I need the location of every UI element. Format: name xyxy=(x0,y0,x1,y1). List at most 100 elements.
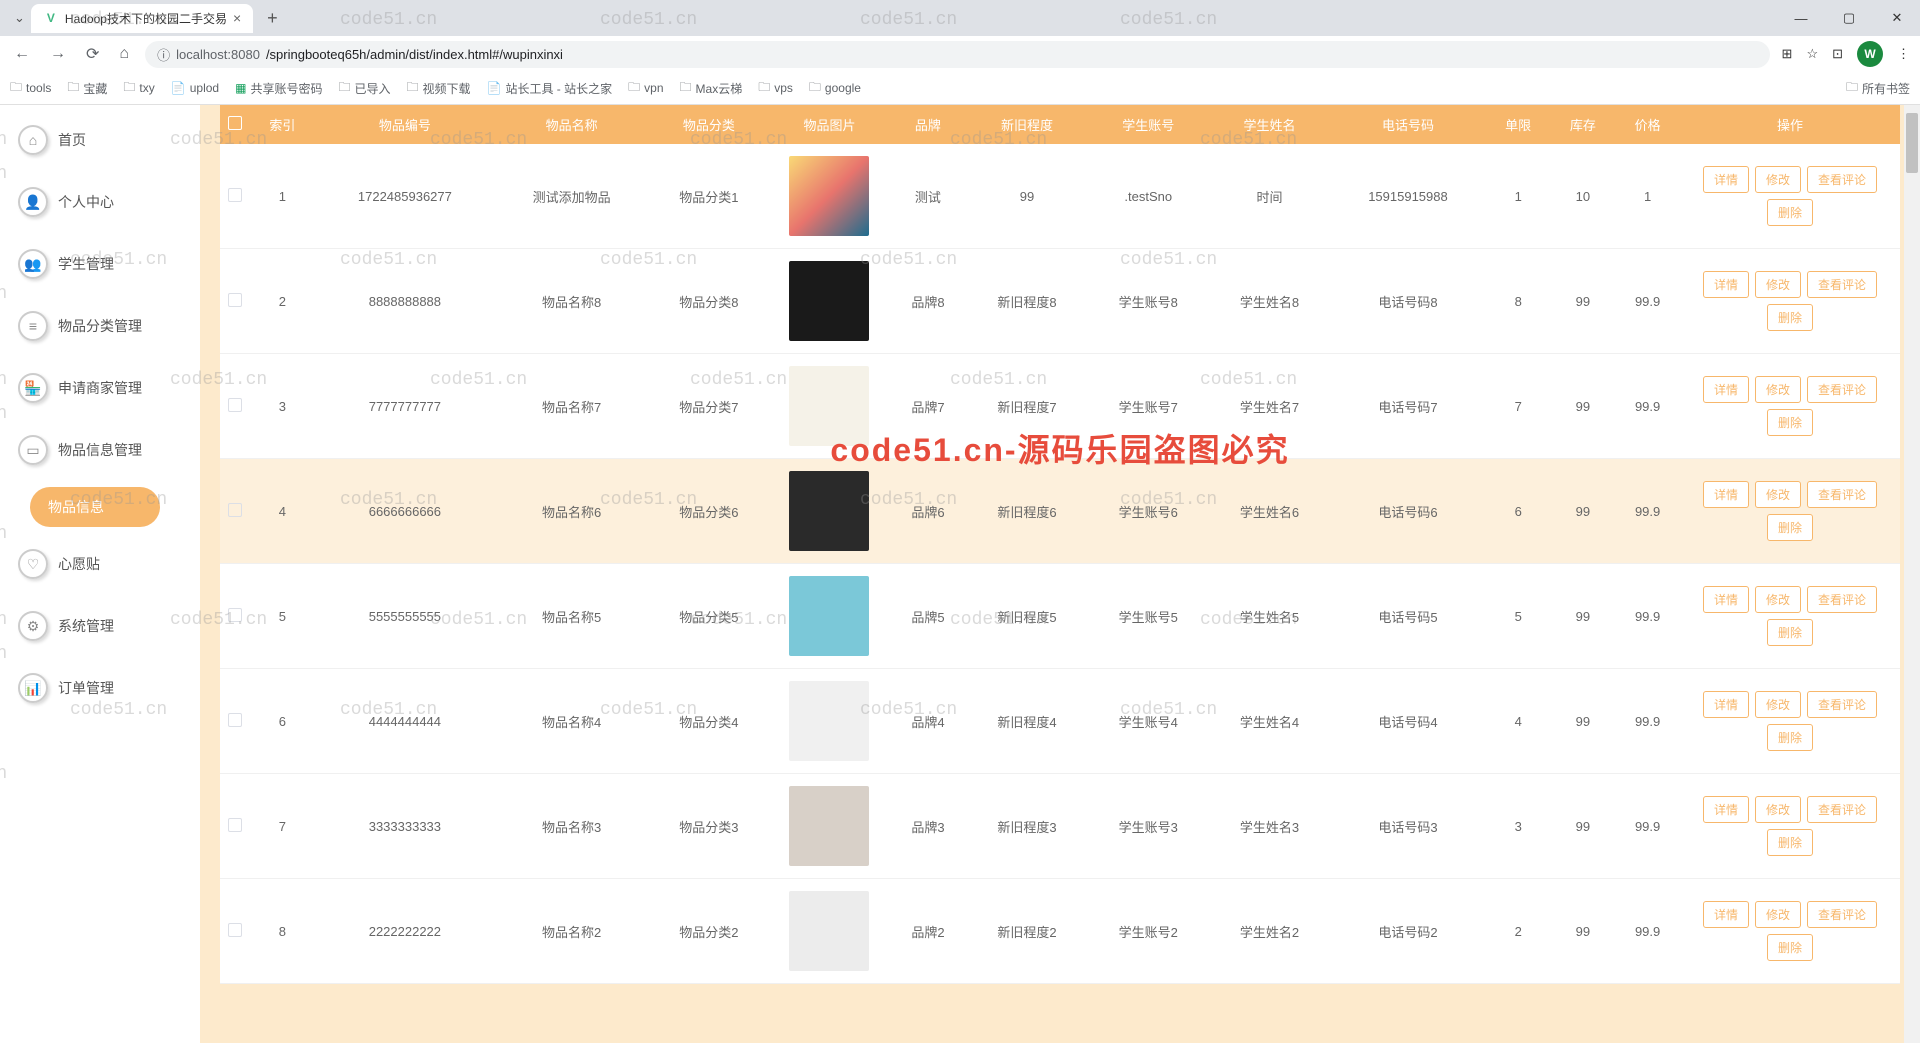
bookmark-item[interactable]: 🗀txy xyxy=(123,78,154,99)
close-icon[interactable]: × xyxy=(233,10,241,26)
detail-button[interactable]: 详情 xyxy=(1703,901,1749,928)
maximize-button[interactable]: ▢ xyxy=(1826,2,1872,34)
row-checkbox[interactable] xyxy=(228,398,242,412)
cell-img xyxy=(769,564,889,669)
comment-button[interactable]: 查看评论 xyxy=(1807,586,1877,613)
cell-sname: 学生姓名8 xyxy=(1209,249,1330,354)
product-image[interactable] xyxy=(789,786,869,866)
sidebar-item-system[interactable]: ⚙系统管理 xyxy=(10,601,180,651)
sidebar-item-home[interactable]: ⌂首页 xyxy=(10,115,180,165)
home-button[interactable]: ⌂ xyxy=(115,41,133,67)
edit-button[interactable]: 修改 xyxy=(1755,901,1801,928)
close-window-button[interactable]: ✕ xyxy=(1874,2,1920,34)
comment-button[interactable]: 查看评论 xyxy=(1807,901,1877,928)
detail-button[interactable]: 详情 xyxy=(1703,691,1749,718)
product-image[interactable] xyxy=(789,471,869,551)
comment-button[interactable]: 查看评论 xyxy=(1807,796,1877,823)
cell-limit: 6 xyxy=(1486,459,1551,564)
edit-button[interactable]: 修改 xyxy=(1755,481,1801,508)
edit-button[interactable]: 修改 xyxy=(1755,376,1801,403)
bookmark-item[interactable]: 🗀视频下载 xyxy=(406,78,470,99)
bookmark-item[interactable]: 🗀vps xyxy=(758,78,793,99)
edit-button[interactable]: 修改 xyxy=(1755,271,1801,298)
site-info-icon[interactable]: ⓘ xyxy=(157,45,170,64)
row-checkbox[interactable] xyxy=(228,818,242,832)
row-checkbox[interactable] xyxy=(228,293,242,307)
forward-button[interactable]: → xyxy=(46,41,70,67)
all-bookmarks-button[interactable]: 🗀所有书签 xyxy=(1846,78,1910,99)
detail-button[interactable]: 详情 xyxy=(1703,796,1749,823)
vertical-scrollbar[interactable] xyxy=(1904,105,1920,1043)
row-checkbox[interactable] xyxy=(228,188,242,202)
product-image[interactable] xyxy=(789,261,869,341)
delete-button[interactable]: 删除 xyxy=(1767,724,1813,751)
back-button[interactable]: ← xyxy=(10,41,34,67)
bookmark-item[interactable]: ▦共享账号密码 xyxy=(235,80,322,97)
sidebar-item-students[interactable]: 👥学生管理 xyxy=(10,239,180,289)
cell-sname: 学生姓名4 xyxy=(1209,669,1330,774)
detail-button[interactable]: 详情 xyxy=(1703,586,1749,613)
bookmark-item[interactable]: 🗀已导入 xyxy=(338,78,390,99)
new-tab-button[interactable]: + xyxy=(261,8,284,29)
comment-button[interactable]: 查看评论 xyxy=(1807,481,1877,508)
row-checkbox[interactable] xyxy=(228,503,242,517)
minimize-button[interactable]: — xyxy=(1778,2,1824,34)
col-phone: 电话号码 xyxy=(1330,105,1486,144)
product-image[interactable] xyxy=(789,366,869,446)
sidebar-sub-active[interactable]: 物品信息 xyxy=(30,487,160,527)
profile-avatar[interactable]: W xyxy=(1857,41,1883,67)
comment-button[interactable]: 查看评论 xyxy=(1807,271,1877,298)
translate-icon[interactable]: ⊞ xyxy=(1782,46,1793,62)
bookmark-item[interactable]: 🗀tools xyxy=(10,78,51,99)
url-input[interactable]: ⓘ localhost:8080/springbooteq65h/admin/d… xyxy=(145,41,1769,68)
sidebar-item-categories[interactable]: ≡物品分类管理 xyxy=(10,301,180,351)
bookmark-star-icon[interactable]: ☆ xyxy=(1806,46,1818,62)
bookmark-item[interactable]: 🗀google xyxy=(809,78,861,99)
select-all-checkbox[interactable] xyxy=(228,116,242,130)
extensions-icon[interactable]: ⊡ xyxy=(1832,46,1843,62)
detail-button[interactable]: 详情 xyxy=(1703,481,1749,508)
browser-chrome: ⌄ V Hadoop技术下的校园二手交易 × + — ▢ ✕ ← → ⟳ ⌂ ⓘ… xyxy=(0,0,1920,105)
row-checkbox[interactable] xyxy=(228,713,242,727)
sidebar-item-merchant[interactable]: 🏪申请商家管理 xyxy=(10,363,180,413)
detail-button[interactable]: 详情 xyxy=(1703,166,1749,193)
sidebar-item-wishlist[interactable]: ♡心愿贴 xyxy=(10,539,180,589)
edit-button[interactable]: 修改 xyxy=(1755,166,1801,193)
detail-button[interactable]: 详情 xyxy=(1703,376,1749,403)
delete-button[interactable]: 删除 xyxy=(1767,829,1813,856)
bookmark-item[interactable]: 📄站长工具 - 站长之家 xyxy=(487,80,613,97)
comment-button[interactable]: 查看评论 xyxy=(1807,166,1877,193)
product-image[interactable] xyxy=(789,576,869,656)
delete-button[interactable]: 删除 xyxy=(1767,934,1813,961)
delete-button[interactable]: 删除 xyxy=(1767,304,1813,331)
delete-button[interactable]: 删除 xyxy=(1767,199,1813,226)
edit-button[interactable]: 修改 xyxy=(1755,796,1801,823)
cell-index: 8 xyxy=(250,879,315,984)
delete-button[interactable]: 删除 xyxy=(1767,514,1813,541)
comment-button[interactable]: 查看评论 xyxy=(1807,376,1877,403)
product-image[interactable] xyxy=(789,156,869,236)
row-checkbox[interactable] xyxy=(228,608,242,622)
cell-stock: 99 xyxy=(1551,879,1616,984)
detail-button[interactable]: 详情 xyxy=(1703,271,1749,298)
tab-dropdown-icon[interactable]: ⌄ xyxy=(8,10,31,26)
product-image[interactable] xyxy=(789,891,869,971)
bookmark-item[interactable]: 🗀宝藏 xyxy=(67,78,107,99)
sidebar-item-profile[interactable]: 👤个人中心 xyxy=(10,177,180,227)
scrollbar-thumb[interactable] xyxy=(1906,113,1918,173)
browser-tab[interactable]: V Hadoop技术下的校园二手交易 × xyxy=(31,4,253,33)
bookmark-item[interactable]: 🗀vpn xyxy=(628,78,663,99)
comment-button[interactable]: 查看评论 xyxy=(1807,691,1877,718)
bookmark-item[interactable]: 📄uplod xyxy=(171,81,219,95)
edit-button[interactable]: 修改 xyxy=(1755,586,1801,613)
sidebar-item-orders[interactable]: 📊订单管理 xyxy=(10,663,180,713)
sidebar-item-products[interactable]: ▭物品信息管理 xyxy=(10,425,180,475)
row-checkbox[interactable] xyxy=(228,923,242,937)
delete-button[interactable]: 删除 xyxy=(1767,409,1813,436)
menu-icon[interactable]: ⋮ xyxy=(1897,46,1910,62)
product-image[interactable] xyxy=(789,681,869,761)
reload-button[interactable]: ⟳ xyxy=(82,40,103,68)
bookmark-item[interactable]: 🗀Max云梯 xyxy=(680,78,743,99)
edit-button[interactable]: 修改 xyxy=(1755,691,1801,718)
delete-button[interactable]: 删除 xyxy=(1767,619,1813,646)
